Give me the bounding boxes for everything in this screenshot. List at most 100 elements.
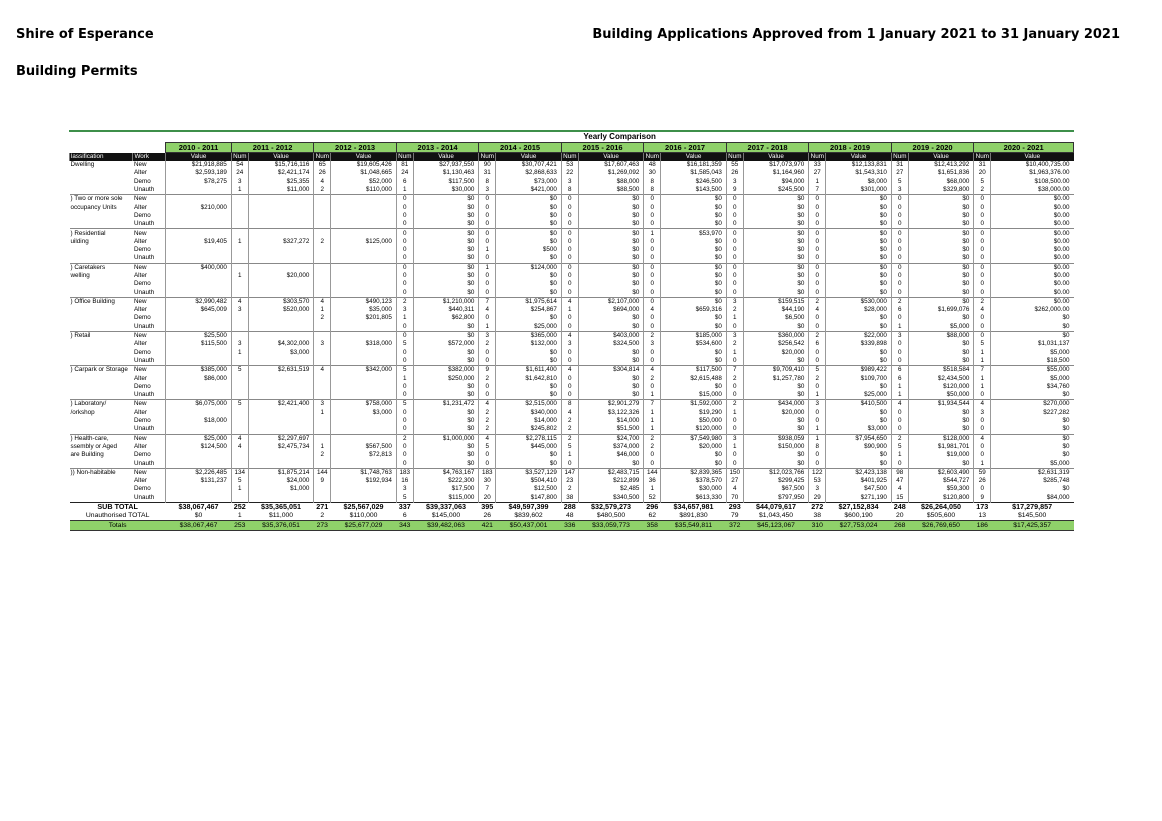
classification-cell: ) Retail xyxy=(69,330,133,341)
work-type-cell: Alter xyxy=(133,203,147,211)
num-cell: 3 xyxy=(890,185,909,195)
value-cell: $285,748 xyxy=(990,476,1074,486)
num-cell: 268 xyxy=(891,520,909,532)
value-cell xyxy=(165,425,232,434)
value-cell: $0 xyxy=(742,228,809,238)
value-cell: $0 xyxy=(577,322,644,332)
table-row: uilding Alter $19,405 1 $327,272 2 $125,000 0 $0… xyxy=(70,237,1074,246)
value-cell: $0 xyxy=(495,228,562,238)
value-cell: $0 xyxy=(907,288,974,298)
year-header: 2014 - 2015 xyxy=(478,142,562,153)
num-cell: 0 xyxy=(643,356,661,366)
value-cell: $3,000 xyxy=(247,348,314,357)
value-cell: $0 xyxy=(907,203,974,212)
value-cell: $301,000 xyxy=(825,185,892,195)
value-cell: $0.00 xyxy=(990,194,1074,204)
value-cell xyxy=(165,245,232,255)
value-cell: $201,805 xyxy=(330,314,397,323)
num-cell: 0 xyxy=(808,288,826,298)
value-cell: $0 xyxy=(660,245,727,255)
num-cell: 30 xyxy=(643,169,661,178)
value-cell: $385,000 xyxy=(165,365,232,375)
value-cell: $0 xyxy=(907,271,974,281)
value-cell: $30,000 xyxy=(412,185,479,195)
num-cell: 0 xyxy=(890,237,909,246)
value-cell xyxy=(330,416,397,426)
value-cell: $2,483,715 xyxy=(577,467,644,477)
value-cell: $246,500 xyxy=(660,177,727,186)
work-type-cell: Demo xyxy=(133,211,151,219)
num-cell: 0 xyxy=(890,211,909,221)
num-cell: 4 xyxy=(560,296,579,307)
num-cell: 0 xyxy=(973,245,991,255)
classification-header: lassification xyxy=(68,152,133,161)
value-cell: $0.00 xyxy=(990,288,1074,298)
num-cell: 6 xyxy=(890,374,909,383)
num-cell: 0 xyxy=(395,254,414,264)
value-cell: $0 xyxy=(660,237,727,246)
num-cell: 0 xyxy=(560,271,579,281)
value-cell: $500 xyxy=(495,245,562,255)
num-cell: 2 xyxy=(478,416,496,426)
num-cell: 0 xyxy=(725,322,744,332)
value-cell: $0 xyxy=(577,220,644,229)
year-header: 2013 - 2014 xyxy=(395,142,480,153)
work-type-cell: Unauth xyxy=(133,425,155,433)
num-cell: 0 xyxy=(890,314,909,323)
num-cell: 2 xyxy=(313,451,331,460)
num-cell: 1 xyxy=(478,262,496,272)
num-cell: 0 xyxy=(560,322,579,332)
num-cell: 0 xyxy=(808,228,826,238)
value-cell: $0.00 xyxy=(990,254,1074,264)
num-header: Num xyxy=(725,152,744,161)
num-cell: 3 xyxy=(560,340,579,349)
num-cell xyxy=(230,374,249,383)
value-header: Value xyxy=(495,152,562,161)
num-cell: 0 xyxy=(725,203,744,212)
num-cell: 52 xyxy=(643,493,661,503)
value-cell: $0 xyxy=(990,322,1074,332)
value-cell: $1,611,400 xyxy=(495,365,562,375)
value-cell: $0 xyxy=(742,356,809,366)
num-cell: 26 xyxy=(483,512,492,520)
value-cell: $2,421,174 xyxy=(247,169,314,178)
classification-cell xyxy=(70,323,133,332)
value-cell: $324,500 xyxy=(577,340,644,349)
value-cell: $0 xyxy=(907,459,974,469)
value-cell: $39,482,063 xyxy=(413,520,479,532)
value-cell: $318,000 xyxy=(330,340,397,349)
table-row: Demo 0 $0 0 $0 0 $0 0 $0 0 $0 0 $0 0 $0 0 $0.00 xyxy=(70,211,1074,221)
value-cell: $1,164,960 xyxy=(742,169,809,178)
num-cell: 0 xyxy=(973,211,991,221)
classification-cell xyxy=(70,254,133,263)
num-cell: 98 xyxy=(890,467,909,477)
value-cell: $10,400,735.00 xyxy=(990,161,1074,170)
num-cell: 7 xyxy=(973,365,991,375)
value-cell: $2,615,488 xyxy=(660,374,727,383)
num-cell: 186 xyxy=(973,520,991,532)
num-cell: 3 xyxy=(808,399,826,409)
value-cell: $0 xyxy=(412,451,479,460)
unauthorised-total-row-label: Unauthorised TOTAL xyxy=(85,512,150,520)
value-cell: $299,425 xyxy=(742,476,809,486)
value-cell: $382,000 xyxy=(412,365,479,375)
table-row: ) Two or more sole New 0 $0 0 $0 0 $0 0 $0 0 $0 0 $0 0… xyxy=(69,194,1074,204)
num-cell: 0 xyxy=(478,237,496,246)
value-cell: $0 xyxy=(495,356,562,366)
num-cell: 5 xyxy=(973,177,991,186)
num-cell: 3 xyxy=(395,306,414,315)
value-cell: $110,000 xyxy=(330,185,397,195)
value-cell: $3,000 xyxy=(330,408,397,417)
value-cell xyxy=(165,493,232,503)
table-row: Unauth 0 $0 0 $0 0 $0 0 $0 0 $0 0 $0 0 $0 1 $5,000 xyxy=(70,459,1074,469)
num-cell: 0 xyxy=(808,245,826,255)
value-cell: $0 xyxy=(825,245,892,255)
classification-cell: /orkshop xyxy=(70,408,95,416)
value-cell: $1,975,614 xyxy=(495,296,562,307)
value-cell: $1,000 xyxy=(247,485,314,494)
num-cell: 1 xyxy=(643,228,661,238)
value-cell: $117,500 xyxy=(412,177,479,186)
work-type-cell: New xyxy=(132,228,166,238)
value-cell: $490,123 xyxy=(330,296,397,307)
num-cell xyxy=(230,425,249,434)
